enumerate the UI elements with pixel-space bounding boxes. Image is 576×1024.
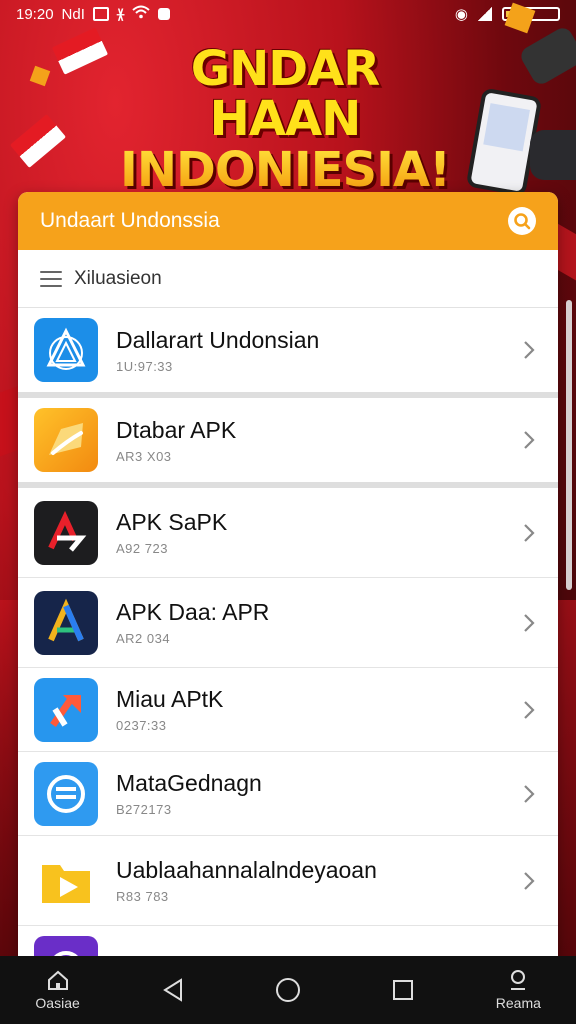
category-bar: Xiluasieon bbox=[18, 250, 558, 308]
banner-title: GNDAR HAAN INDONIESIA! bbox=[110, 44, 460, 195]
category-label: Xiluasieon bbox=[74, 267, 162, 289]
profile-icon bbox=[511, 970, 526, 990]
app-meta: A92 723 bbox=[116, 541, 168, 556]
chevron-right-icon bbox=[516, 868, 542, 894]
list-item[interactable]: Dtabar APK AR3 X03 bbox=[18, 398, 558, 488]
profile-nav-button[interactable]: Reama bbox=[478, 969, 558, 1011]
home-button[interactable] bbox=[248, 976, 328, 1004]
profile-nav-label: Reama bbox=[495, 995, 541, 1011]
list-item[interactable]: APK Daa: APR AR2 034 bbox=[18, 578, 558, 668]
recents-button[interactable] bbox=[363, 978, 443, 1002]
app-icon-play-folder bbox=[34, 848, 98, 913]
app-icon-blue-star bbox=[34, 318, 98, 382]
panel-title: Undaart Undonssia bbox=[40, 209, 220, 232]
back-button[interactable] bbox=[133, 977, 213, 1003]
status-bar: 19:20 NdI ᚕ ◉ bbox=[0, 0, 576, 28]
home-nav-label: Oasiae bbox=[35, 995, 80, 1011]
usb-icon: ᚕ bbox=[116, 6, 125, 23]
app-icon-folder bbox=[34, 408, 98, 472]
app-list: Dallarart Undonsian 1U:97:33 Dtabar APK … bbox=[18, 308, 558, 962]
list-item[interactable]: Uablaahannalalndeyaoan R83 783 bbox=[18, 836, 558, 926]
banner-line-1: GNDAR HAAN bbox=[190, 41, 381, 148]
app-name: Dallarart Undonsian bbox=[116, 326, 320, 353]
app-meta: AR2 034 bbox=[116, 631, 171, 646]
app-list-panel: Undaart Undonssia Xiluasieon Dallarart U… bbox=[18, 192, 558, 962]
app-meta: B272173 bbox=[116, 802, 172, 817]
home-icon bbox=[47, 970, 68, 990]
app-icon-arrow bbox=[34, 677, 98, 742]
status-time: 19:20 bbox=[16, 5, 54, 23]
app-name: Dtabar APK bbox=[116, 416, 237, 443]
wifi-icon bbox=[132, 5, 151, 23]
controller-decor bbox=[530, 130, 576, 180]
chevron-right-icon bbox=[516, 520, 542, 546]
search-icon bbox=[514, 213, 531, 230]
app-meta: 0237:33 bbox=[116, 718, 167, 733]
app-meta: 1U:97:33 bbox=[116, 358, 173, 374]
navigation-bar: Oasiae Reama bbox=[0, 956, 576, 1024]
back-triangle-icon bbox=[162, 978, 182, 1002]
app-name: Miau APtK bbox=[116, 686, 224, 712]
app-icon-gradient-a bbox=[34, 590, 98, 655]
alarm-icon: ◉ bbox=[454, 6, 468, 23]
notification-icon bbox=[92, 7, 109, 21]
app-name: APK SaPK bbox=[116, 509, 228, 535]
chevron-right-icon bbox=[516, 697, 542, 723]
app-icon-circle-e bbox=[34, 761, 98, 826]
chevron-right-icon bbox=[516, 427, 542, 453]
search-button[interactable] bbox=[508, 207, 536, 235]
chevron-right-icon bbox=[516, 337, 542, 363]
home-circle-icon bbox=[275, 978, 300, 1002]
menu-icon[interactable] bbox=[40, 270, 62, 287]
app-meta: R83 783 bbox=[116, 889, 169, 904]
recents-square-icon bbox=[393, 980, 414, 1000]
scrollbar[interactable] bbox=[566, 300, 572, 590]
status-carrier: NdI bbox=[61, 5, 85, 23]
app-icon-red-a bbox=[34, 500, 98, 565]
list-item[interactable]: Miau APtK 0237:33 bbox=[18, 668, 558, 752]
home-nav-button[interactable]: Oasiae bbox=[18, 969, 98, 1011]
list-item[interactable]: APK SaPK A92 723 bbox=[18, 488, 558, 578]
app-name: Uablaahannalalndeyaoan bbox=[116, 857, 377, 883]
panel-header: Undaart Undonssia bbox=[18, 192, 558, 250]
chevron-right-icon bbox=[516, 781, 542, 807]
app-name: APK Daa: APR bbox=[116, 599, 270, 625]
chevron-right-icon bbox=[516, 610, 542, 636]
settings-notification-icon bbox=[158, 8, 171, 20]
app-meta: AR3 X03 bbox=[116, 448, 172, 464]
banner-line-2: INDONIESIA! bbox=[110, 144, 460, 195]
signal-icon bbox=[478, 7, 492, 21]
list-item[interactable]: Dallarart Undonsian 1U:97:33 bbox=[18, 308, 558, 398]
app-name: MataGednagn bbox=[116, 770, 262, 796]
list-item[interactable]: MataGednagn B272173 bbox=[18, 752, 558, 836]
